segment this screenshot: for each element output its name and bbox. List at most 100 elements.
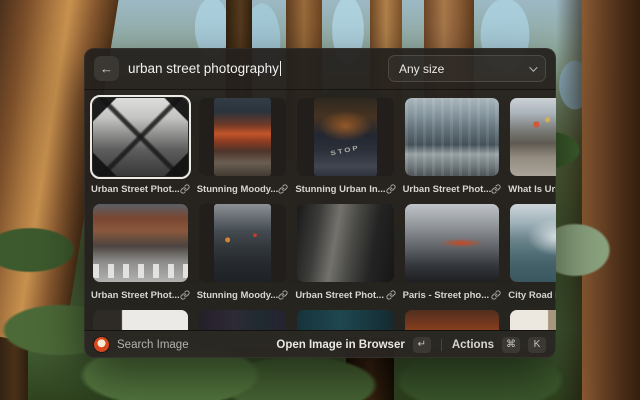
thumbnail-art [297,204,393,282]
thumbnail-frame [402,95,503,179]
image-result[interactable]: Urban Street Phot... [90,201,191,301]
search-bar: ← urban street photography Any size [84,48,556,90]
thumbnail-art [214,204,272,282]
search-input[interactable]: urban street photography [128,61,379,76]
thumbnail-art [214,98,272,176]
image-thumbnail [510,98,556,176]
result-caption: City Road Photog... [507,289,556,301]
back-arrow-icon: ← [100,61,113,76]
link-icon [491,184,501,194]
image-thumbnail [405,98,500,176]
image-result[interactable]: Paris - Street pho... [402,201,503,301]
result-caption: Paris - Street pho... [402,289,503,301]
thumbnail-frame [402,307,503,330]
image-title: Urban Street Phot... [403,184,492,195]
image-title: Paris - Street pho... [403,290,490,301]
chevron-down-icon [529,63,537,71]
thumbnail-frame [294,307,396,330]
thumbnail-art [510,204,556,282]
image-title: Stunning Moody... [197,290,279,301]
image-result[interactable] [507,307,556,330]
back-button[interactable]: ← [94,56,119,81]
thumbnail-frame [196,307,290,330]
thumbnail-frame [507,307,556,330]
image-thumbnail [199,310,287,330]
thumbnail-art [93,310,188,330]
thumbnail-frame [507,95,556,179]
result-caption: What Is Urban La... [507,183,556,195]
thumbnail-art [405,204,500,282]
result-caption: Urban Street Phot... [90,289,191,301]
result-caption: Stunning Urban In... [294,183,396,195]
enter-key-icon: ↵ [413,337,431,353]
image-thumbnail [199,98,287,176]
image-title: City Road Photog... [508,290,556,301]
image-thumbnail [405,204,500,282]
thumbnail-art [510,98,556,176]
result-caption: Urban Street Phot... [402,183,503,195]
link-icon [491,290,501,300]
primary-action-label[interactable]: Open Image in Browser [276,339,404,351]
actions-button[interactable]: Actions [452,339,494,351]
command-key-icon: ⌘ [502,337,520,353]
image-result[interactable]: What Is Urban La... [507,95,556,195]
result-caption: Stunning Moody... [196,183,290,195]
link-icon [386,290,396,300]
results-grid: Urban Street Phot... Stunning Moody... [84,90,556,330]
link-icon [278,290,288,300]
size-filter-value: Any size [399,62,444,76]
image-result[interactable]: Urban Street Phot... [402,95,503,195]
extension-icon [94,337,109,352]
link-icon [386,184,396,194]
image-result[interactable]: City Road Photog... [507,201,556,301]
image-thumbnail [93,98,188,176]
result-caption: Urban Street Phot... [294,289,396,301]
image-result[interactable]: Stunning Moody... [196,201,290,301]
size-filter-dropdown[interactable]: Any size [388,55,546,82]
image-title: Stunning Urban In... [295,184,385,195]
extension-name: Search Image [117,339,189,351]
thumbnail-art [199,310,287,330]
thumbnail-art [510,310,556,330]
image-result[interactable] [90,307,191,330]
image-thumbnail [297,310,393,330]
image-thumbnail [297,204,393,282]
image-title: Urban Street Phot... [91,184,180,195]
image-result[interactable]: Urban Street Phot... [90,95,191,195]
thumbnail-frame [196,95,290,179]
image-thumbnail [510,310,556,330]
thumbnail-art [93,98,188,176]
result-caption: Urban Street Phot... [90,183,191,195]
thumbnail-frame [507,201,556,285]
search-query-text: urban street photography [128,61,279,76]
thumbnail-frame [402,201,503,285]
thumbnail-frame [196,201,290,285]
image-result[interactable]: Stunning Moody... [196,95,290,195]
link-icon [180,184,190,194]
image-thumbnail [93,310,188,330]
image-result[interactable]: Urban Street Phot... [294,201,396,301]
image-result[interactable]: STOP Stunning Urban In... [294,95,396,195]
image-title: What Is Urban La... [508,184,556,195]
search-window: ← urban street photography Any size Urba… [84,48,556,358]
thumbnail-art [93,204,188,282]
image-thumbnail [510,204,556,282]
thumbnail-art [405,310,500,330]
thumbnail-frame [294,201,396,285]
image-title: Urban Street Phot... [295,290,384,301]
thumbnail-art [314,98,378,176]
result-caption: Stunning Moody... [196,289,290,301]
thumbnail-frame [90,201,191,285]
image-thumbnail [93,204,188,282]
image-result[interactable] [402,307,503,330]
image-thumbnail [199,204,287,282]
thumbnail-art [405,98,500,176]
link-icon [180,290,190,300]
image-result[interactable] [196,307,290,330]
footer-bar: Search Image Open Image in Browser ↵ Act… [84,330,556,358]
image-result[interactable] [294,307,396,330]
link-icon [278,184,288,194]
thumbnail-frame: STOP [294,95,396,179]
footer-divider [441,339,442,351]
image-title: Stunning Moody... [197,184,279,195]
